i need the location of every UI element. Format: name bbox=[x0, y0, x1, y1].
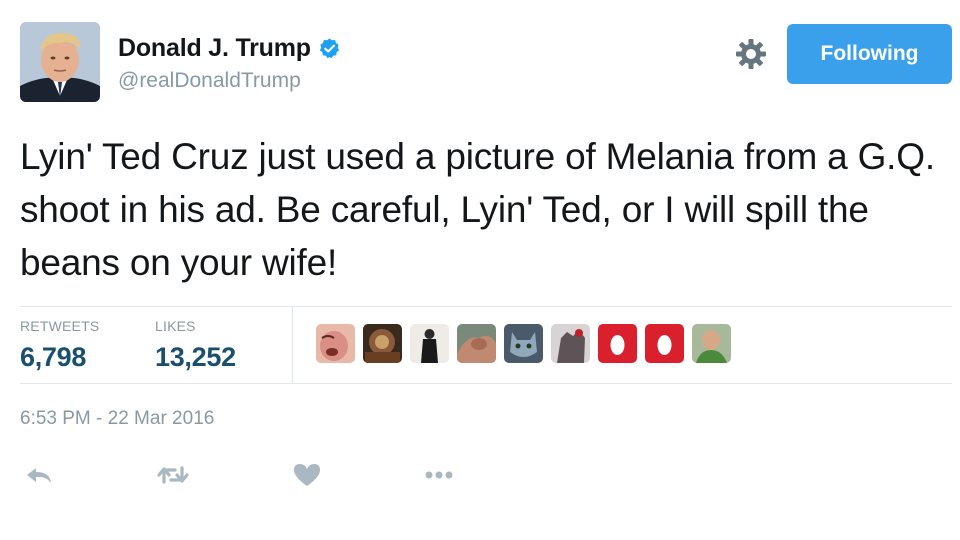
likes-label: LIKES bbox=[155, 318, 196, 334]
liker-avatar-9[interactable] bbox=[692, 324, 731, 363]
retweets-stat[interactable]: RETWEETS 6,798 bbox=[20, 318, 99, 373]
name-row: Donald J. Trump bbox=[118, 34, 341, 63]
liker-avatar-8[interactable] bbox=[645, 324, 684, 363]
like-icon[interactable] bbox=[290, 460, 324, 490]
tweet-timestamp[interactable]: 6:53 PM - 22 Mar 2016 bbox=[20, 408, 214, 430]
likes-count: 13,252 bbox=[155, 342, 236, 372]
liker-avatar-5[interactable] bbox=[504, 324, 543, 363]
retweets-label: RETWEETS bbox=[20, 318, 100, 334]
user-avatar[interactable] bbox=[20, 22, 100, 102]
retweets-count: 6,798 bbox=[20, 342, 87, 372]
liker-avatar-2[interactable] bbox=[363, 324, 402, 363]
likes-stat[interactable]: LIKES 13,252 bbox=[155, 318, 236, 373]
divider-top bbox=[20, 306, 952, 307]
following-button[interactable]: Following bbox=[787, 24, 952, 84]
reply-icon[interactable] bbox=[22, 460, 56, 490]
liker-avatars bbox=[316, 324, 739, 363]
liker-avatar-4[interactable] bbox=[457, 324, 496, 363]
tweet-text: Lyin' Ted Cruz just used a picture of Me… bbox=[20, 136, 935, 283]
liker-avatar-1[interactable] bbox=[316, 324, 355, 363]
more-icon[interactable] bbox=[422, 460, 456, 490]
liker-avatar-6[interactable] bbox=[551, 324, 590, 363]
liker-avatar-7[interactable] bbox=[598, 324, 637, 363]
display-name[interactable]: Donald J. Trump bbox=[118, 34, 311, 63]
liker-avatar-3[interactable] bbox=[410, 324, 449, 363]
tweet-card: Donald J. Trump @realDonaldTrump Followi… bbox=[0, 0, 960, 540]
divider-bottom bbox=[20, 383, 952, 384]
verified-badge-icon bbox=[319, 38, 339, 59]
gear-icon[interactable] bbox=[734, 37, 768, 71]
user-handle[interactable]: @realDonaldTrump bbox=[118, 69, 301, 93]
stats-separator bbox=[292, 307, 293, 383]
retweet-icon[interactable] bbox=[156, 460, 190, 490]
